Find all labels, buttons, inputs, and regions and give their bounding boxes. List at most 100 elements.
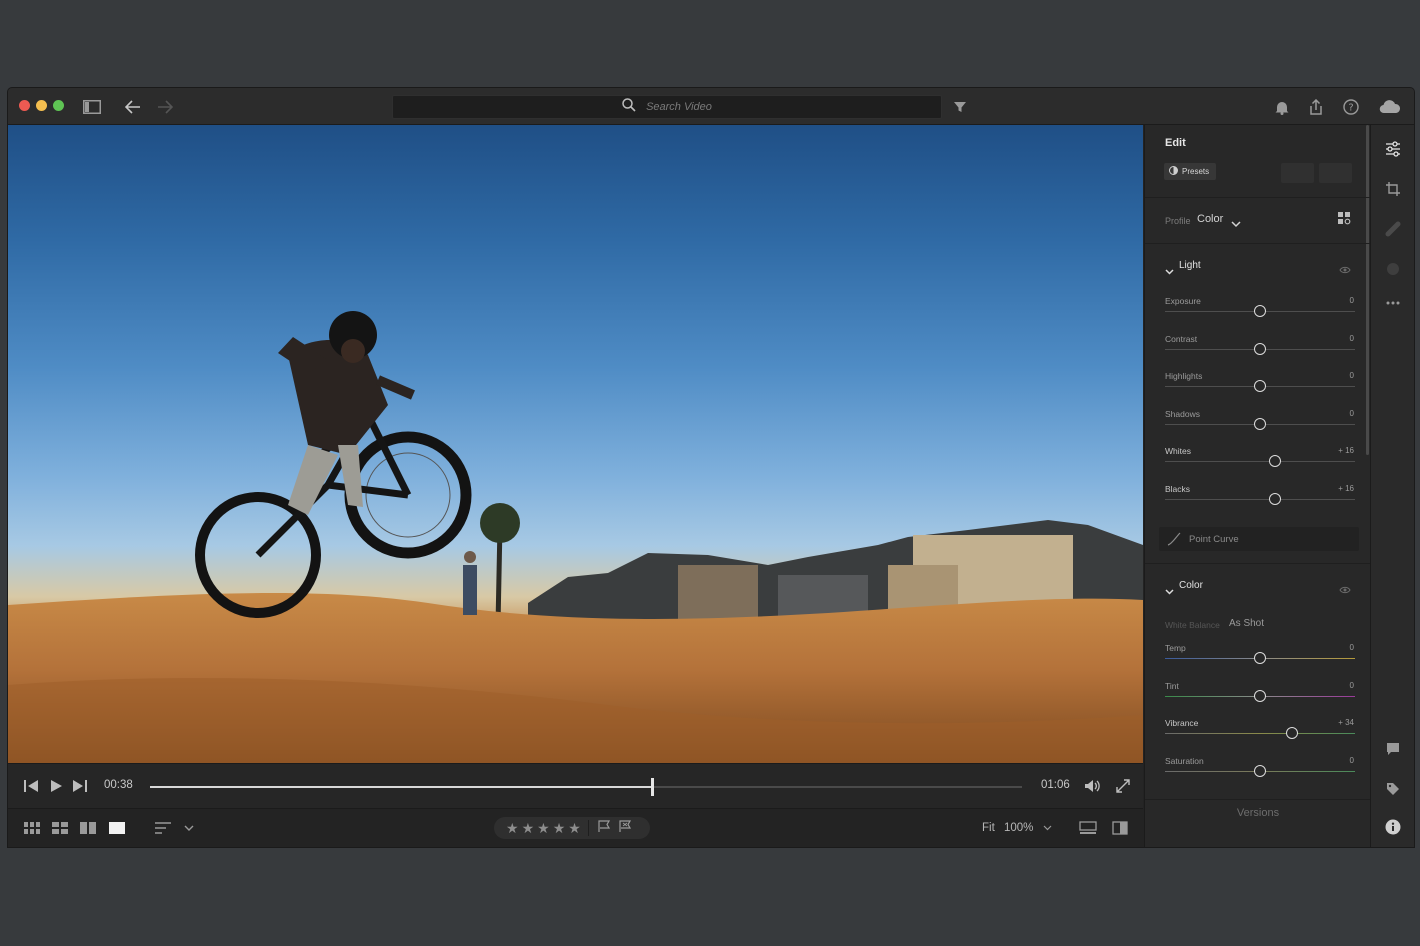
edit-sliders-icon[interactable] [1382, 138, 1404, 160]
presets-button[interactable]: Presets [1164, 163, 1216, 180]
scrubber-track[interactable] [150, 778, 1022, 796]
video-preview[interactable] [8, 125, 1143, 763]
auto-button[interactable] [1281, 163, 1314, 183]
light-blacks-slider[interactable] [1165, 493, 1355, 505]
light-blacks-value[interactable]: + 16 [1338, 484, 1354, 493]
panel-scrollbar[interactable] [1366, 125, 1369, 455]
light-shadows-label: Shadows [1165, 408, 1200, 419]
detail-view-icon[interactable] [107, 819, 127, 837]
presets-icon [1169, 166, 1178, 177]
sort-dropdown-chevron-icon[interactable] [179, 819, 199, 837]
reject-flag-icon[interactable] [619, 819, 631, 837]
sidebar-toggle-icon[interactable] [81, 96, 103, 118]
forward-arrow-icon[interactable] [154, 96, 176, 118]
info-icon[interactable] [1382, 816, 1404, 838]
back-arrow-icon[interactable] [122, 96, 144, 118]
pick-flag-icon[interactable] [598, 819, 610, 837]
cloud-icon[interactable] [1377, 96, 1403, 118]
volume-icon[interactable] [1083, 777, 1103, 795]
light-shadows-slider[interactable] [1165, 417, 1355, 430]
zoom-fit-label: Fit [982, 822, 995, 834]
star-5[interactable]: ★ [568, 821, 581, 835]
color-visibility-eye-icon[interactable] [1339, 581, 1351, 599]
light-shadows-value[interactable]: 0 [1350, 409, 1354, 418]
mask-icon[interactable] [1382, 258, 1404, 280]
color-section-title[interactable]: Color [1179, 580, 1203, 591]
light-contrast-slider[interactable] [1165, 342, 1355, 355]
bell-icon[interactable] [1271, 96, 1293, 118]
color-saturation-slider[interactable] [1165, 764, 1355, 777]
light-collapse-chevron-icon[interactable] [1165, 262, 1174, 280]
before-after-icon[interactable] [1110, 819, 1130, 837]
light-highlights-value[interactable]: 0 [1350, 371, 1354, 380]
grid-view-small-icon[interactable] [22, 819, 42, 837]
light-exposure-label: Exposure [1165, 296, 1201, 306]
color-vibrance-value[interactable]: + 34 [1338, 718, 1354, 727]
color-tint-knob[interactable] [1254, 689, 1266, 702]
more-icon[interactable] [1382, 292, 1404, 314]
light-highlights-slider[interactable] [1165, 380, 1355, 393]
light-exposure-value[interactable]: 0 [1350, 296, 1354, 305]
play-icon[interactable] [46, 777, 66, 795]
zoom-chevron-icon [1043, 822, 1052, 834]
versions-button[interactable]: Versions [1145, 807, 1371, 819]
bw-button[interactable] [1319, 163, 1352, 183]
color-tint-value[interactable]: 0 [1350, 681, 1354, 690]
light-visibility-eye-icon[interactable] [1339, 261, 1351, 279]
light-blacks-label: Blacks [1165, 484, 1191, 494]
share-icon[interactable] [1305, 96, 1327, 118]
search-box[interactable]: Search Video [392, 95, 942, 119]
grid-view-large-icon[interactable] [50, 819, 70, 837]
white-balance-value[interactable]: As Shot [1229, 618, 1264, 629]
healing-brush-icon[interactable] [1382, 218, 1404, 240]
light-blacks-knob[interactable] [1269, 493, 1282, 505]
next-frame-icon[interactable] [70, 777, 90, 795]
filmstrip-icon[interactable] [1078, 819, 1098, 837]
light-exposure-slider[interactable] [1165, 305, 1355, 317]
comment-icon[interactable] [1382, 738, 1404, 760]
star-4[interactable]: ★ [553, 821, 566, 835]
light-contrast-value[interactable]: 0 [1350, 334, 1354, 343]
zoom-control[interactable]: Fit 100% [982, 822, 1052, 834]
compare-view-icon[interactable] [78, 819, 98, 837]
point-curve-button[interactable]: Point Curve [1159, 527, 1359, 551]
filter-icon[interactable] [949, 96, 971, 118]
light-whites-slider[interactable] [1165, 455, 1355, 468]
scrubber-handle[interactable] [651, 778, 655, 796]
previous-frame-icon[interactable] [21, 777, 41, 795]
color-temp-knob[interactable] [1254, 652, 1266, 664]
profile-chevron-icon[interactable] [1231, 215, 1241, 233]
light-highlights-knob[interactable] [1254, 380, 1266, 393]
minimize-window-button[interactable] [36, 100, 47, 111]
color-temp-value[interactable]: 0 [1350, 643, 1354, 652]
crop-icon[interactable] [1382, 178, 1404, 200]
color-tint-slider[interactable] [1165, 689, 1355, 702]
rating-divider [587, 820, 589, 836]
color-saturation-knob[interactable] [1254, 764, 1266, 777]
maximize-window-button[interactable] [53, 100, 64, 111]
light-shadows-knob[interactable] [1254, 417, 1266, 430]
sort-icon[interactable] [151, 819, 177, 837]
fullscreen-icon[interactable] [1113, 777, 1133, 795]
close-window-button[interactable] [19, 100, 30, 111]
color-vibrance-knob[interactable] [1286, 727, 1299, 740]
light-contrast-knob[interactable] [1254, 342, 1266, 355]
profile-value[interactable]: Color [1197, 213, 1223, 225]
light-section-title[interactable]: Light [1179, 260, 1201, 271]
star-1[interactable]: ★ [506, 821, 519, 835]
presets-label: Presets [1182, 167, 1210, 176]
light-whites-knob[interactable] [1269, 455, 1282, 468]
light-exposure-knob[interactable] [1254, 305, 1266, 317]
color-temp-slider[interactable] [1165, 652, 1355, 664]
help-icon[interactable]: ? [1340, 96, 1362, 118]
color-saturation-value[interactable]: 0 [1350, 756, 1354, 765]
light-whites-value[interactable]: + 16 [1338, 446, 1354, 455]
star-3[interactable]: ★ [537, 821, 550, 835]
profile-browser-icon[interactable] [1338, 212, 1351, 230]
current-time: 00:38 [104, 779, 133, 791]
star-2[interactable]: ★ [522, 821, 535, 835]
search-input[interactable]: Search Video [646, 101, 712, 113]
color-vibrance-slider[interactable] [1165, 727, 1355, 740]
color-collapse-chevron-icon[interactable] [1165, 582, 1174, 600]
tag-icon[interactable] [1382, 778, 1404, 800]
